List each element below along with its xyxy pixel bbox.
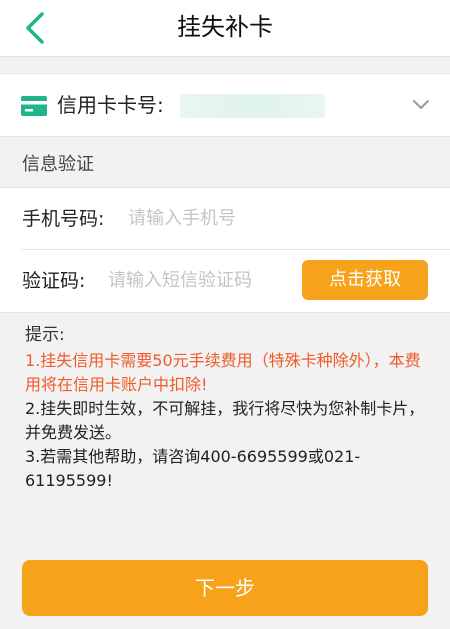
phone-input[interactable] [128, 202, 428, 234]
card-number-label: 信用卡卡号: [57, 93, 164, 117]
tip-item: 1.挂失信用卡需要50元手续费用（特殊卡种除外），本费用将在信用卡账户中扣除! [25, 351, 421, 394]
page-title: 挂失补卡 [177, 13, 273, 41]
credit-card-icon [21, 96, 47, 116]
next-step-button[interactable]: 下一步 [22, 560, 428, 616]
chevron-down-icon [413, 100, 429, 109]
verify-form: 手机号码: 验证码: 点击获取 [0, 187, 450, 313]
card-number-value [180, 94, 325, 118]
top-bar: 挂失补卡 [0, 0, 450, 57]
tips-title: 提示: [25, 325, 65, 345]
verify-section-title: 信息验证 [22, 154, 94, 175]
phone-label: 手机号码: [22, 208, 105, 230]
get-code-button[interactable]: 点击获取 [302, 260, 428, 300]
credit-card-selector[interactable]: 信用卡卡号: [0, 73, 450, 137]
tips-panel: 提示: 1.挂失信用卡需要50元手续费用（特殊卡种除外），本费用将在信用卡账户中… [25, 323, 430, 493]
code-row: 验证码: 点击获取 [0, 250, 450, 312]
code-label: 验证码: [22, 270, 86, 292]
tip-item: 2.挂失即时生效，不可解挂，我行将尽快为您补制卡片，并免费发送。 [25, 399, 425, 442]
tip-item: 3.若需其他帮助，请咨询400-6695599或021-61195599! [25, 447, 361, 490]
sms-code-input[interactable] [108, 264, 293, 296]
phone-row: 手机号码: [0, 188, 450, 250]
